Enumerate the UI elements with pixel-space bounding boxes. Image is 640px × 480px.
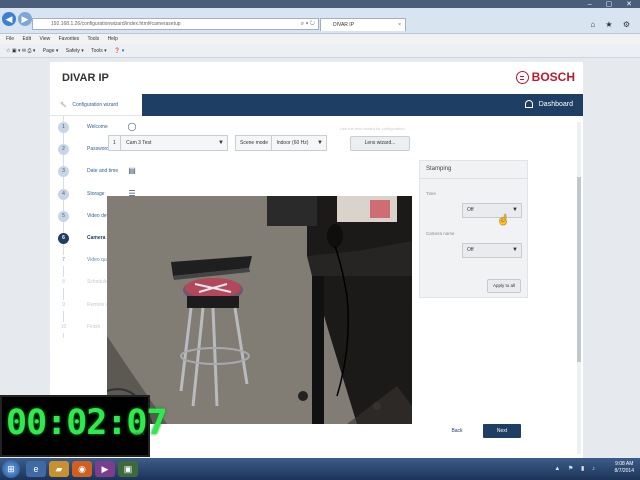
- timer-value: 00:02:07: [6, 403, 168, 443]
- lens-wizard-hint: Use the lens wizard for configuration: [340, 126, 405, 131]
- chevron-down-icon: ▼: [512, 247, 518, 253]
- camera-name-stamp-value: Off: [467, 247, 474, 253]
- dashboard-icon: [524, 100, 533, 109]
- tab-close-icon[interactable]: ×: [398, 19, 401, 31]
- menu-favorites[interactable]: Favorites: [59, 36, 80, 42]
- stamping-panel: Stamping Time Off ▼ Camera name Off ▼ Ap…: [419, 160, 528, 298]
- windows-taskbar: ⊞ e ▰ ◉ ▶ ▣ ▲ ⚑ ▮ ♪ 9:08 AM 8/7/2014: [0, 458, 640, 480]
- firefox-icon[interactable]: ◉: [72, 461, 92, 477]
- step-label: Password: [87, 146, 109, 153]
- tools-menu[interactable]: Tools ▾: [91, 48, 107, 54]
- lens-wizard-button[interactable]: Lens wizard...: [350, 136, 410, 151]
- forward-arrow-icon[interactable]: ▶: [18, 12, 32, 26]
- camera-name-value: Cam 3 Test: [126, 140, 152, 146]
- url-text: 192.168.1.26/configurationwizard/index.h…: [51, 21, 181, 27]
- clock-time: 9:08 AM: [615, 461, 634, 467]
- step-label: Date and time: [87, 168, 119, 175]
- menu-help[interactable]: Help: [108, 36, 118, 42]
- step-number: 8: [58, 277, 69, 289]
- camera-number: 1: [113, 140, 116, 146]
- chevron-down-icon: ▼: [218, 140, 224, 146]
- step-number: 9: [58, 299, 69, 311]
- tab-title: DIVAR IP: [333, 22, 355, 28]
- scene-mode-label: Scene mode: [240, 140, 269, 146]
- dashboard-label: Dashboard: [538, 101, 573, 108]
- step-label: Schedule: [87, 279, 108, 286]
- time-stamp-value: Off: [467, 207, 474, 213]
- address-bar[interactable]: 192.168.1.26/configurationwizard/index.h…: [32, 18, 319, 30]
- scene-mode-value: Indoor (60 Hz): [276, 140, 309, 146]
- browser-toolbar: ◀ ▶ 192.168.1.26/configurationwizard/ind…: [0, 8, 640, 34]
- camera-name-stamp-select[interactable]: Off ▼: [462, 243, 522, 258]
- menu-tools[interactable]: Tools: [87, 36, 99, 42]
- timer-unit: SECS: [133, 431, 144, 436]
- sidebar-header[interactable]: 🔧︎ Configuration wizard: [50, 94, 142, 116]
- step-number: 10: [58, 321, 69, 333]
- mouse-cursor-icon: ☝: [497, 215, 510, 226]
- internet-explorer-icon[interactable]: e: [26, 461, 46, 477]
- step-number: 4: [58, 188, 69, 200]
- app-title: DIVAR IP: [62, 72, 109, 84]
- time-label: Time: [426, 191, 436, 196]
- time-stamp-select[interactable]: Off ▼: [462, 203, 522, 218]
- step-number: 2: [58, 144, 69, 156]
- chevron-down-icon: ▼: [317, 140, 323, 146]
- sidebar-step-date-and-time[interactable]: 3 Date and time ▤: [58, 160, 142, 183]
- speech-bubble-icon: ◯: [127, 122, 137, 131]
- content-scrollbar[interactable]: [577, 122, 581, 454]
- stamping-title: Stamping: [420, 161, 527, 179]
- wrench-icon: 🔧︎: [60, 102, 67, 108]
- sidebar-header-label: Configuration wizard: [72, 102, 118, 108]
- bosch-logo: BOSCH: [515, 70, 575, 85]
- page-menu[interactable]: Page ▾: [43, 48, 59, 54]
- elapsed-timer-overlay: 00:02:07 SECS: [0, 395, 168, 457]
- search-refresh-icon[interactable]: ⌕ ▾ ↻: [301, 19, 315, 29]
- camera-frame-image: [107, 196, 412, 424]
- command-bar: ☆ ▣ ▾ ✉ ⎙ ▾ Page ▾ Safety ▾ Tools ▾ ❓ ▾: [0, 44, 640, 58]
- step-label: Welcome: [87, 124, 108, 130]
- step-label: Storage: [87, 190, 105, 197]
- content-header-bar: Dashboard: [142, 94, 583, 116]
- chevron-down-icon: ▼: [512, 207, 518, 213]
- scrollbar-thumb[interactable]: [577, 177, 581, 362]
- calendar-clock-icon: ▤: [128, 166, 136, 176]
- back-button[interactable]: Back: [444, 424, 470, 438]
- favorites-icons[interactable]: ☆ ▣ ▾ ✉ ⎙ ▾: [6, 48, 35, 54]
- help-icon[interactable]: ❓ ▾: [114, 48, 124, 54]
- menu-edit[interactable]: Edit: [22, 36, 31, 42]
- camera-select[interactable]: 1 Cam 3 Test ▼: [108, 135, 228, 151]
- browser-tab[interactable]: DIVAR IP ×: [320, 18, 406, 31]
- media-app-icon[interactable]: ▶: [95, 461, 115, 477]
- scene-mode-select[interactable]: Scene mode Indoor (60 Hz) ▼: [235, 135, 327, 151]
- camera-name-label: Camera name: [426, 231, 455, 236]
- home-star-gear-icons[interactable]: ⌂ ★ ⚙: [590, 20, 634, 29]
- system-tray-icons[interactable]: ▲ ⚑ ▮ ♪: [554, 465, 598, 472]
- start-button-icon[interactable]: ⊞: [2, 460, 20, 478]
- camera-live-view: [107, 196, 412, 424]
- step-number: 1: [58, 122, 69, 133]
- step-number: 7: [58, 255, 69, 267]
- brand-name: BOSCH: [531, 70, 575, 84]
- clock-date: 8/7/2014: [614, 468, 634, 474]
- step-number: 6: [58, 232, 69, 244]
- menu-view[interactable]: View: [39, 36, 50, 42]
- step-label: Finish: [87, 323, 101, 330]
- step-number: 3: [58, 166, 69, 178]
- safety-menu[interactable]: Safety ▾: [66, 48, 84, 54]
- system-clock[interactable]: 9:08 AM 8/7/2014: [615, 461, 634, 475]
- dashboard-link[interactable]: Dashboard: [524, 94, 573, 116]
- apply-to-all-button[interactable]: Apply to all: [487, 279, 521, 293]
- menu-file[interactable]: File: [6, 36, 14, 42]
- step-number: 5: [58, 210, 69, 222]
- back-arrow-icon[interactable]: ◀: [2, 12, 16, 26]
- camera-app-icon[interactable]: ▣: [118, 461, 138, 477]
- menu-bar: File Edit View Favorites Tools Help: [0, 34, 640, 44]
- window-controls[interactable]: ‒ ▢ ✕: [588, 0, 638, 8]
- file-explorer-icon[interactable]: ▰: [49, 461, 69, 477]
- next-button[interactable]: Next: [483, 424, 521, 438]
- bosch-armature-icon: [515, 71, 529, 85]
